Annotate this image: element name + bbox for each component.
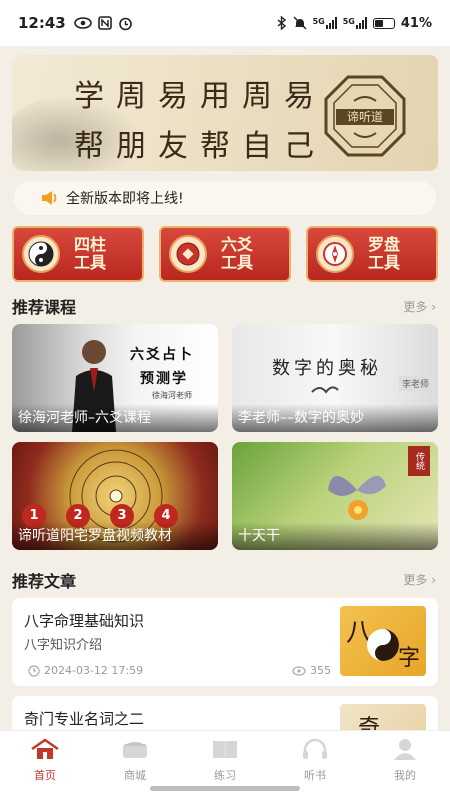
bird-icon: [311, 386, 339, 394]
article-subtitle: 八字知识介绍: [24, 638, 103, 653]
article-item[interactable]: 八字命理基础知识 八字知识介绍 2024-03-12 17:59 355 八 字: [12, 598, 438, 686]
mute-icon: [293, 16, 307, 30]
courses-more-link[interactable]: 更多 ›: [403, 298, 436, 315]
battery-icon: [372, 17, 395, 29]
banner-slogan-2: 帮朋友帮自己: [74, 129, 326, 164]
course-overlay-tag: 传统: [408, 446, 430, 476]
course-overlay-teacher: 徐海河老师: [152, 391, 192, 400]
shop-icon: [105, 737, 165, 761]
course-card-numbers[interactable]: 数字的奥秘 李老师 李老师––数字的奥妙: [232, 324, 438, 432]
compass-icon: [316, 235, 354, 273]
notice-text: 全新版本即将上线!: [66, 191, 184, 207]
course-card-liuyao[interactable]: 六爻占卜 预测学 徐海河老师 徐海河老师–六爻课程: [12, 324, 218, 432]
headphones-icon: [285, 737, 345, 761]
butterfly-flower-image: [328, 475, 386, 520]
tab-home-label: 首页: [34, 769, 56, 782]
article-date-text: 2024-03-12 17:59: [44, 664, 144, 677]
article-thumbnail: 八 字: [340, 606, 426, 676]
home-indicator[interactable]: [150, 786, 300, 791]
article-views-count: 355: [310, 664, 331, 677]
network-label: 5G: [312, 17, 325, 26]
course-caption: 徐海河老师–六爻课程: [12, 404, 218, 432]
article-views: 355: [292, 664, 331, 677]
tab-profile[interactable]: 我的: [375, 737, 435, 783]
banner-slogan-1: 学周易用周易: [74, 79, 326, 114]
tab-shop[interactable]: 商城: [105, 737, 165, 783]
logo-text: 谛听道: [347, 109, 383, 124]
network-label-2: 5G: [342, 17, 355, 26]
eye-icon: [292, 665, 306, 676]
status-bar: 12:43 5G 5G 41%: [0, 0, 450, 46]
course-caption-4: 十天干: [232, 522, 438, 550]
sizhu-tool-label: 四柱 工具: [73, 235, 106, 272]
tab-audiobook[interactable]: 听书: [285, 737, 345, 783]
article-title: 八字命理基础知识: [24, 612, 145, 630]
status-time: 12:43: [18, 14, 66, 32]
nfc-icon: [97, 16, 112, 30]
home-icon: [15, 737, 75, 761]
tab-audiobook-label: 听书: [304, 769, 326, 782]
tab-profile-label: 我的: [394, 769, 416, 782]
course-overlay-title-2: 数字的奥秘: [272, 358, 382, 379]
course-card-luopan[interactable]: 1 2 3 4 谛听道阳宅罗盘视频教材: [12, 442, 218, 550]
status-right-icons: 5G 5G 41%: [277, 16, 432, 31]
thumb-char-2: 字: [397, 646, 420, 671]
course-overlay-subtitle: 预测学: [140, 371, 188, 387]
book-icon: [195, 737, 255, 761]
course-card-tiangan[interactable]: 传统 十天干: [232, 442, 438, 550]
alarm-icon: [118, 17, 132, 30]
signal-icon: [325, 17, 337, 29]
sizhu-tool-button[interactable]: 四柱 工具: [12, 226, 144, 282]
logo-seal-icon: 谛听道: [324, 75, 406, 157]
tab-practice[interactable]: 练习: [195, 737, 255, 783]
article-title-2: 奇门专业名词之二: [24, 710, 145, 728]
course-caption-2: 李老师––数字的奥妙: [232, 404, 438, 432]
tool-buttons: 四柱 工具 六爻 工具 罗盘 工具: [12, 226, 438, 282]
tab-practice-label: 练习: [214, 769, 236, 782]
coin-icon: [169, 235, 207, 273]
signal-1: 5G: [313, 17, 337, 29]
course-overlay-teacher-2: 李老师: [398, 376, 432, 391]
liuyao-tool-label: 六爻 工具: [220, 235, 253, 272]
battery-percent: 41%: [400, 15, 432, 31]
courses-section-title: 推荐课程: [12, 298, 77, 317]
tab-shop-label: 商城: [124, 769, 146, 782]
profile-icon: [375, 737, 435, 761]
clock-icon: [28, 664, 40, 677]
notice-bar[interactable]: 全新版本即将上线!: [14, 181, 436, 215]
home-banner[interactable]: 学周易用周易 帮朋友帮自己 谛听道: [12, 55, 438, 171]
luopan-tool-label: 罗盘 工具: [367, 235, 400, 272]
signal-icon-2: [355, 17, 367, 29]
articles-more-link[interactable]: 更多 ›: [403, 571, 436, 588]
tab-home[interactable]: 首页: [15, 737, 75, 783]
luopan-tool-button[interactable]: 罗盘 工具: [306, 226, 438, 282]
course-caption-3: 谛听道阳宅罗盘视频教材: [12, 522, 218, 550]
bluetooth-icon: [277, 16, 286, 30]
course-overlay-title: 六爻占卜: [130, 347, 194, 363]
signal-2: 5G: [343, 17, 367, 29]
yin-yang-icon: [22, 235, 60, 273]
eye-icon: [73, 17, 92, 29]
speaker-icon: [42, 191, 57, 205]
articles-section-title: 推荐文章: [12, 572, 77, 591]
status-notification-icons: [73, 16, 133, 31]
article-date: 2024-03-12 17:59: [28, 664, 143, 677]
liuyao-tool-button[interactable]: 六爻 工具: [159, 226, 291, 282]
yin-yang-thumb-icon: [367, 629, 399, 661]
